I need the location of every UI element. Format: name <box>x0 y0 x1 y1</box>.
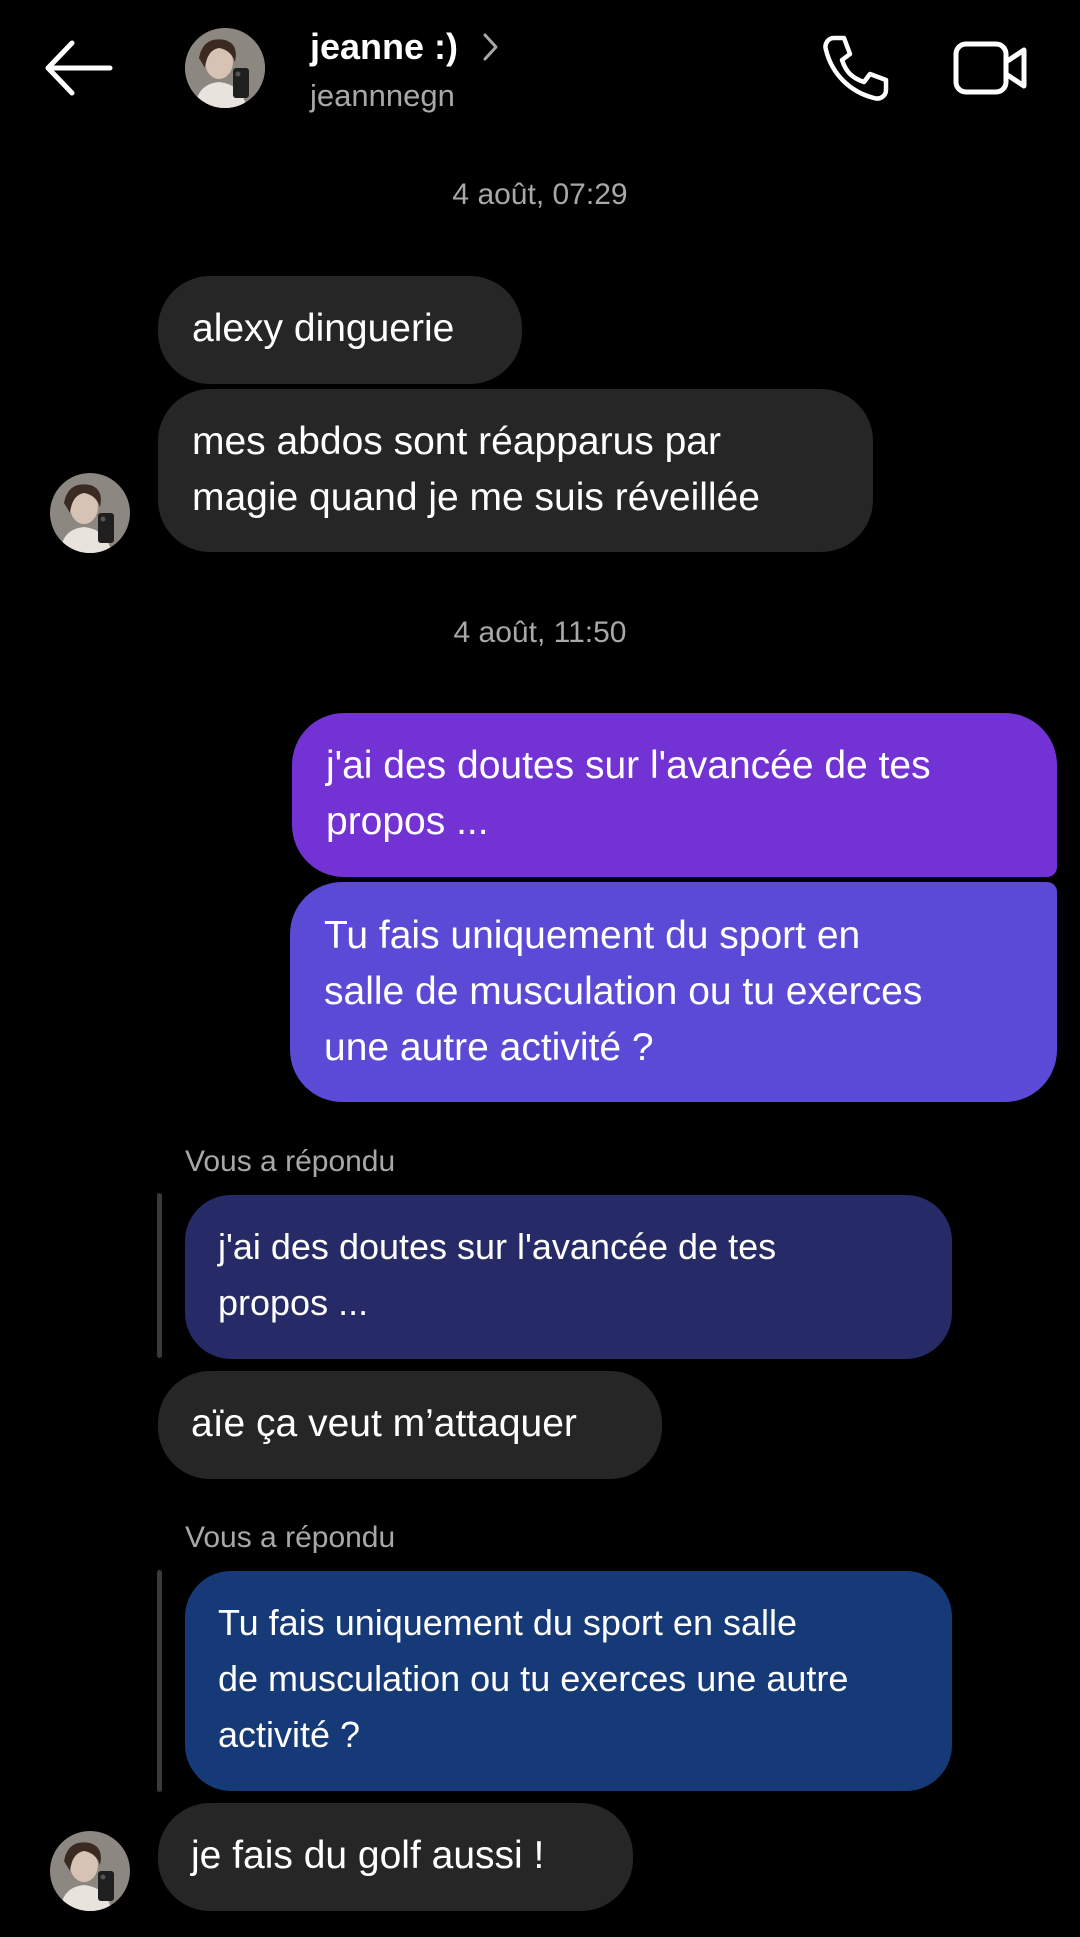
audio-call-button[interactable] <box>820 32 892 104</box>
message-timestamp: 4 août, 07:29 <box>452 178 628 211</box>
incoming-message[interactable]: aïe ça veut m’attaquer <box>158 1371 662 1479</box>
outgoing-message[interactable]: Tu fais uniquement du sport en salle de … <box>290 882 1057 1102</box>
arrow-left-icon <box>45 40 113 96</box>
video-call-button[interactable] <box>952 38 1030 98</box>
message-timestamp: 4 août, 11:50 <box>453 616 627 649</box>
contact-display-name[interactable]: jeanne :) <box>310 26 458 68</box>
avatar-photo-icon <box>185 28 265 108</box>
reply-indicator-bar <box>157 1570 162 1792</box>
reply-label: Vous a répondu <box>185 1521 396 1554</box>
quoted-reply[interactable]: Tu fais uniquement du sport en salle de … <box>185 1571 952 1791</box>
phone-icon <box>823 35 889 101</box>
video-camera-icon <box>953 41 1027 95</box>
contact-avatar[interactable] <box>185 28 265 108</box>
sender-avatar[interactable] <box>50 473 130 553</box>
reply-indicator-bar <box>157 1193 162 1358</box>
avatar-photo-icon <box>50 1831 130 1911</box>
incoming-message[interactable]: mes abdos sont réapparus par magie quand… <box>158 389 873 552</box>
outgoing-message[interactable]: j'ai des doutes sur l'avancée de tes pro… <box>292 713 1057 877</box>
avatar-photo-icon <box>50 473 130 553</box>
incoming-message[interactable]: alexy dinguerie <box>158 276 522 384</box>
quoted-reply[interactable]: j'ai des doutes sur l'avancée de tes pro… <box>185 1195 952 1359</box>
reply-label: Vous a répondu <box>185 1145 396 1178</box>
contact-username[interactable]: jeannnegn <box>310 78 455 114</box>
sender-avatar[interactable] <box>50 1831 130 1911</box>
incoming-message[interactable]: je fais du golf aussi ! <box>158 1803 633 1911</box>
back-button[interactable] <box>40 35 120 101</box>
chevron-right-icon[interactable] <box>480 30 502 64</box>
conversation-header: jeanne :) jeannnegn <box>0 0 1080 140</box>
